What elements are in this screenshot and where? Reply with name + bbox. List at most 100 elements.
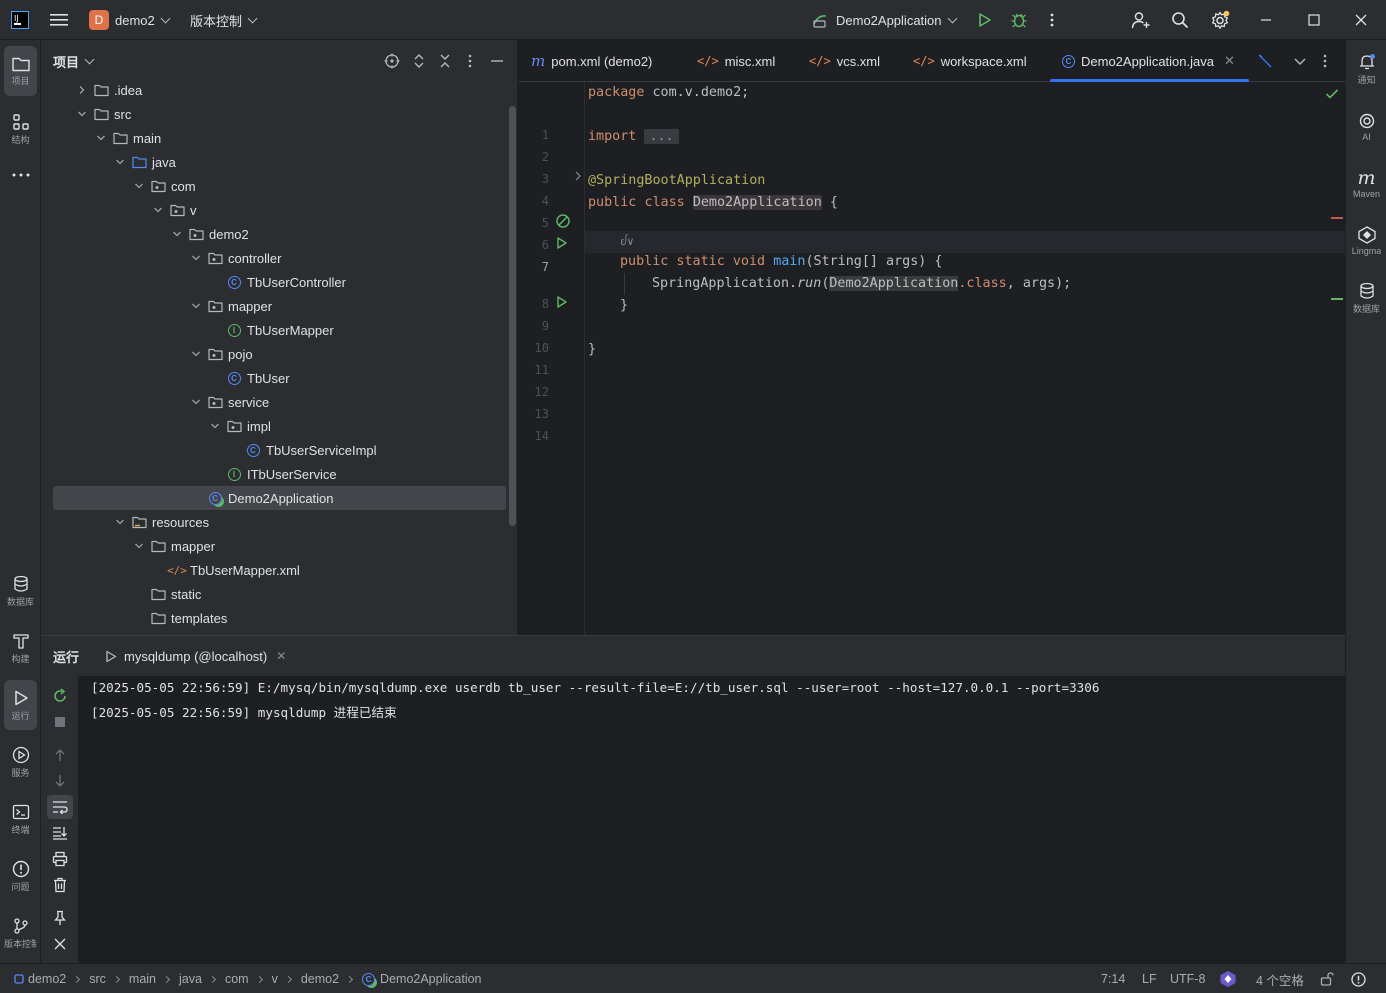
tree-item-controller[interactable]: controller [53,246,506,270]
tree-item-v[interactable]: v [53,198,506,222]
app-logo-icon[interactable]: IJ [11,0,29,40]
run-config-selector[interactable]: Demo2Application [812,0,957,40]
tool-structure[interactable]: 结构 [4,104,37,154]
line-separator[interactable]: LF [1142,964,1157,993]
chevron-right-icon[interactable] [74,82,90,98]
breadcrumb-item[interactable]: java [179,972,202,986]
run-tab-mysqldump[interactable]: mysqldump (@localhost) ✕ [105,636,286,676]
tool-lingma[interactable]: Lingma [1350,216,1383,266]
scroll-to-end-icon[interactable] [47,821,73,845]
change-stripe-mark[interactable] [1331,298,1343,300]
caret-position[interactable]: 7:14 [1101,964,1125,993]
tree-item-tbusermapper[interactable]: I TbUserMapper [53,318,506,342]
tree-item-service[interactable]: service [53,390,506,414]
add-user-icon[interactable] [1131,0,1151,40]
panel-options-icon[interactable] [468,54,472,68]
line-number[interactable]: 13 [519,407,549,421]
run-gutter-icon[interactable] [555,236,569,250]
code-inlay-hint[interactable]: ᩀ∨ [620,231,634,253]
tree-item-src[interactable]: src [53,102,506,126]
project-selector[interactable]: D demo2 [89,0,171,40]
chevron-down-icon[interactable] [112,154,128,170]
line-number[interactable]: 12 [519,385,549,399]
tab-workspace-xml[interactable]: </> workspace.xml [913,40,1027,82]
code-line-10[interactable]: SpringApplication.run(Demo2Application.c… [652,273,1071,295]
run-main-gutter-icon[interactable] [555,295,569,309]
tool-problems[interactable]: 问题 [4,851,37,901]
ai-assist-icon[interactable] [1257,53,1273,69]
tool-ai[interactable]: AI [1350,102,1383,152]
tab-misc-xml[interactable]: </> misc.xml [697,40,775,82]
breadcrumb-item[interactable]: demo2 [301,972,339,986]
line-number[interactable]: 6 [519,238,549,252]
tool-database-right[interactable]: 数据库 [1350,273,1383,323]
tool-maven[interactable]: m Maven [1350,159,1383,209]
problems-status-icon[interactable] [1351,964,1366,993]
indent-setting[interactable]: 4 个空格 [1256,964,1304,993]
tree-item-static[interactable]: static [53,582,506,606]
line-number[interactable]: 1 [519,128,549,142]
close-tab-icon[interactable]: ✕ [276,649,286,663]
readonly-lock-icon[interactable] [1320,964,1334,993]
line-number[interactable]: 5 [519,216,549,230]
line-number[interactable]: 2 [519,150,549,164]
tool-services[interactable]: 服务 [4,737,37,787]
close-tab-icon[interactable]: ✕ [1224,53,1235,69]
print-icon[interactable] [47,847,73,871]
debug-button[interactable] [1010,0,1028,40]
file-encoding[interactable]: UTF-8 [1170,964,1205,993]
spring-bean-icon[interactable] [555,213,571,229]
tree-scrollbar[interactable] [509,106,516,526]
tree-item-tbusermapper-xml[interactable]: </> TbUserMapper.xml [53,558,506,582]
chevron-down-icon[interactable] [150,202,166,218]
breadcrumb-item[interactable]: src [89,972,106,986]
tree-item-com[interactable]: com [53,174,506,198]
tree-item-resources[interactable]: resources [53,510,506,534]
tree-item-demo2[interactable]: demo2 [53,222,506,246]
error-stripe-mark[interactable] [1331,217,1343,219]
soft-wrap-icon[interactable] [47,795,73,819]
folded-imports[interactable]: ... [644,129,679,144]
tab-vcs-xml[interactable]: </> vcs.xml [809,40,880,82]
line-number[interactable]: 7 [519,260,549,274]
search-icon[interactable] [1171,0,1189,40]
code-line-9[interactable]: public static void main(String[] args) { [620,251,943,273]
breadcrumb-item[interactable]: main [129,972,156,986]
arrow-down-icon[interactable] [47,769,73,793]
code-line-11[interactable]: } [620,295,628,317]
chevron-down-icon[interactable] [131,538,147,554]
tree-item-tbusercontroller[interactable]: C TbUserController [53,270,506,294]
line-number[interactable]: 9 [519,319,549,333]
line-number[interactable]: 4 [519,194,549,208]
tab-list-chevron-icon[interactable] [1293,54,1307,68]
tree-item-tbuser[interactable]: C TbUser [53,366,506,390]
project-view-selector[interactable]: 项目 [53,40,95,82]
chevron-down-icon[interactable] [74,106,90,122]
chevron-down-icon[interactable] [188,298,204,314]
tree-item-mapper[interactable]: mapper [53,534,506,558]
tool-notifications[interactable]: 通知 [1350,44,1383,94]
code-line-3[interactable]: import ... [588,126,679,148]
tool-database[interactable]: 数据库 [4,566,37,616]
locate-file-icon[interactable] [384,53,400,69]
arrow-up-icon[interactable] [47,743,73,767]
line-number[interactable]: 14 [519,429,549,443]
tree-item-mapper[interactable]: mapper [53,294,506,318]
close-window-icon[interactable] [1355,0,1367,40]
hide-panel-icon[interactable] [490,54,504,68]
breadcrumb-item[interactable]: demo2 [28,972,66,986]
line-number[interactable]: 3 [519,172,549,186]
vcs-menu[interactable]: 版本控制 [190,0,258,40]
tree-item--idea[interactable]: .idea [53,78,506,102]
tool-project[interactable]: 项目 [4,46,37,96]
chevron-down-icon[interactable] [169,226,185,242]
trash-icon[interactable] [47,873,73,897]
inspection-ok-check-icon[interactable] [1325,88,1339,100]
tree-item-itbuserservice[interactable]: I ITbUserService [53,462,506,486]
tool-run[interactable]: 运行 [4,680,37,730]
chevron-down-icon[interactable] [131,178,147,194]
stop-icon[interactable] [47,710,73,734]
collapse-all-icon[interactable] [437,53,453,69]
tree-item-main[interactable]: main [53,126,506,150]
fold-expand-icon[interactable] [574,171,582,181]
